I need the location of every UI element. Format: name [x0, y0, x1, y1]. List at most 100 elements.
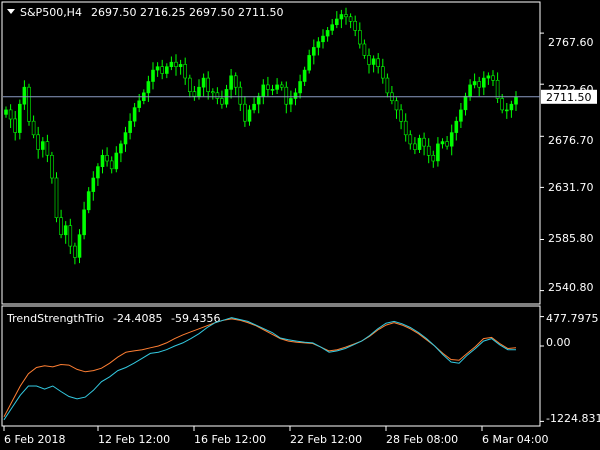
candle-body	[353, 20, 358, 31]
price-tick-label: 2676.70	[548, 134, 594, 147]
candle-body	[339, 14, 344, 20]
candle-body	[174, 61, 178, 68]
candle-body	[123, 132, 128, 145]
candle-body	[330, 24, 335, 31]
candle-body	[399, 109, 403, 122]
candle-body	[54, 177, 59, 219]
candle-body	[128, 120, 132, 133]
candle-body	[509, 103, 514, 111]
price-tick-label: 2585.80	[548, 232, 594, 245]
candle-body	[68, 225, 73, 247]
candle-body	[426, 145, 431, 156]
candle-body	[284, 86, 289, 105]
ohlc-values: 2697.50 2716.25 2697.50 2711.50	[91, 6, 283, 19]
candle-body	[316, 41, 321, 48]
candle-body	[233, 75, 238, 88]
candle-body	[348, 16, 353, 22]
candle-body	[36, 134, 41, 150]
price-scale[interactable]: 2767.60 2722.60 2676.70 2631.70 2585.80 …	[548, 36, 594, 294]
time-tick-label: 6 Mar 04:00	[482, 433, 548, 446]
candle-body	[422, 137, 426, 147]
candle-body	[178, 64, 183, 68]
candle-body	[59, 217, 63, 235]
candle-body	[63, 225, 68, 236]
candle-body	[307, 55, 312, 71]
candle-body	[192, 91, 197, 97]
candle-body	[486, 75, 491, 79]
candle-body	[491, 75, 495, 81]
candle-body	[211, 91, 215, 94]
candle-body	[481, 77, 486, 88]
candle-body	[201, 77, 206, 88]
candle-body	[514, 96, 518, 105]
indicator-value-1: -24.4085	[113, 312, 162, 325]
candle-body	[298, 81, 302, 94]
time-tick-label: 16 Feb 12:00	[194, 433, 266, 446]
candle-body	[500, 98, 505, 111]
candle-body	[220, 98, 224, 105]
candle-body	[137, 100, 141, 108]
candle-body	[445, 141, 449, 147]
candle-body	[206, 77, 210, 92]
candle-body	[376, 58, 381, 67]
candle-body	[169, 61, 174, 68]
indicator-scale[interactable]: 477.7975 0.00 -1224.8317	[546, 312, 600, 425]
indicator-tick-label: 0.00	[546, 336, 571, 349]
candle-body	[289, 98, 293, 105]
candle-body	[215, 92, 220, 99]
candle-body	[100, 155, 105, 168]
candle-body	[183, 64, 187, 79]
candle-body	[275, 84, 279, 90]
candle-body	[82, 209, 86, 236]
candle-body	[477, 81, 482, 88]
indicator-tick-label: 477.7975	[546, 312, 599, 325]
candle-body	[114, 152, 119, 170]
candle-body	[243, 103, 247, 122]
candle-body	[463, 95, 468, 111]
candle-body	[252, 103, 256, 111]
candle-body	[8, 109, 13, 120]
candlestick-series	[4, 7, 518, 265]
candle-body	[495, 80, 500, 99]
candle-body	[440, 141, 445, 145]
candle-body	[77, 234, 82, 258]
candle-body	[160, 66, 164, 74]
candle-body	[45, 141, 50, 156]
candle-body	[279, 84, 284, 88]
candle-body	[188, 77, 192, 92]
time-axis[interactable]: 6 Feb 2018 12 Feb 12:00 16 Feb 12:00 22 …	[4, 433, 548, 446]
candle-body	[155, 66, 160, 71]
candle-body	[468, 84, 472, 97]
candle-body	[266, 84, 270, 90]
candle-body	[449, 132, 454, 147]
trading-chart[interactable]: S&P500,H4 2697.50 2716.25 2697.50 2711.5…	[0, 0, 600, 450]
candle-body	[165, 66, 169, 74]
candle-body	[334, 18, 339, 25]
main-price-panel[interactable]	[1, 1, 541, 305]
candle-body	[413, 143, 417, 150]
candle-body	[325, 30, 330, 37]
dropdown-arrow-icon[interactable]	[7, 9, 15, 14]
current-price-label: 2711.50	[546, 91, 592, 104]
symbol-header: S&P500,H4	[20, 6, 82, 19]
price-tick-label: 2540.80	[548, 281, 594, 294]
candle-body	[380, 66, 385, 79]
indicator-lines	[3, 317, 517, 421]
time-tick-label: 22 Feb 12:00	[290, 433, 362, 446]
candle-body	[403, 120, 408, 136]
candle-body	[17, 103, 22, 133]
candle-body	[321, 35, 325, 43]
candle-body	[22, 86, 27, 105]
candle-body	[261, 84, 266, 97]
candle-body	[394, 100, 399, 111]
candle-body	[31, 120, 36, 136]
candle-body	[367, 55, 371, 65]
candle-body	[431, 155, 436, 162]
indicator-line-orange	[3, 318, 517, 418]
candle-body	[371, 58, 376, 65]
candle-body	[151, 69, 155, 82]
indicator-line-cyan	[3, 317, 516, 421]
candle-body	[27, 86, 31, 122]
candle-body	[109, 160, 114, 170]
price-tick-label: 2767.60	[548, 36, 594, 49]
